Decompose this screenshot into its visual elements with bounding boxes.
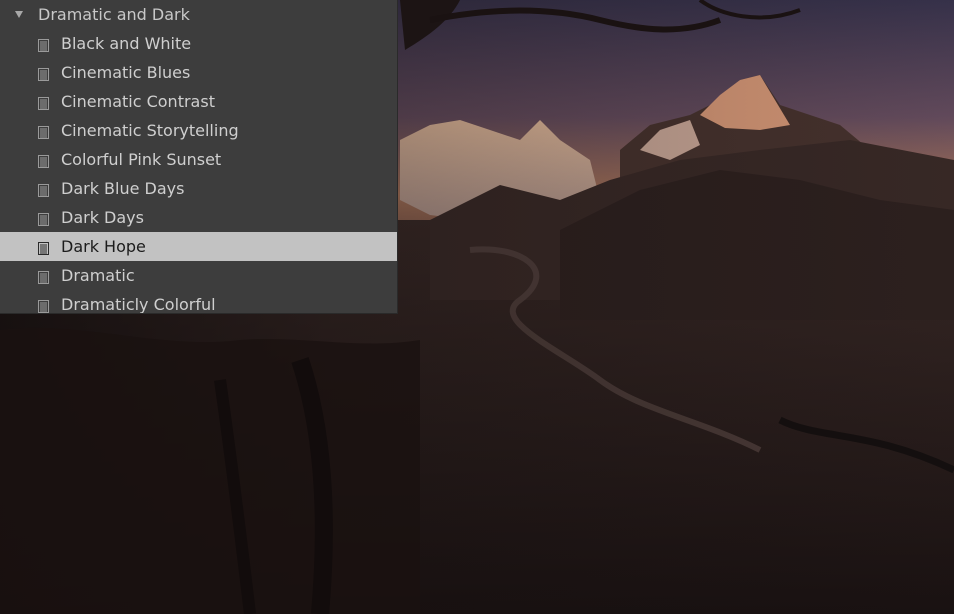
preset-item[interactable]: Dramatic [0,261,397,290]
preset-label: Cinematic Contrast [61,92,215,111]
preset-document-icon [38,211,49,226]
photo-viewport: Dramatic and Dark Black and White Cinemat… [0,0,954,614]
preset-item[interactable]: Dark Blue Days [0,174,397,203]
preset-list: Black and White Cinematic Blues Cinematic … [0,29,397,314]
preset-item[interactable]: Cinematic Contrast [0,87,397,116]
presets-panel: Dramatic and Dark Black and White Cinemat… [0,0,398,314]
preset-item[interactable]: Cinematic Storytelling [0,116,397,145]
triangle-down-icon[interactable] [15,11,23,18]
preset-document-icon [38,298,49,313]
preset-label: Cinematic Storytelling [61,121,239,140]
preset-document-icon [38,269,49,284]
preset-document-icon [38,95,49,110]
preset-label: Dark Days [61,208,144,227]
preset-item[interactable]: Dark Hope [0,232,397,261]
preset-document-icon [38,124,49,139]
preset-document-icon [38,66,49,81]
preset-document-icon [38,153,49,168]
preset-label: Colorful Pink Sunset [61,150,222,169]
preset-item[interactable]: Dramaticly Colorful [0,290,397,314]
preset-label: Dramaticly Colorful [61,295,216,314]
preset-label: Cinematic Blues [61,63,191,82]
preset-item[interactable]: Black and White [0,29,397,58]
preset-group-header[interactable]: Dramatic and Dark [0,0,397,30]
preset-label: Black and White [61,34,192,53]
preset-document-icon [38,37,49,52]
preset-group-label: Dramatic and Dark [38,5,190,24]
preset-label: Dramatic [61,266,135,285]
preset-item[interactable]: Dark Days [0,203,397,232]
preset-label: Dark Blue Days [61,179,185,198]
preset-label: Dark Hope [61,237,146,256]
preset-item[interactable]: Cinematic Blues [0,58,397,87]
preset-document-icon [38,240,49,255]
preset-document-icon [38,182,49,197]
preset-item[interactable]: Colorful Pink Sunset [0,145,397,174]
